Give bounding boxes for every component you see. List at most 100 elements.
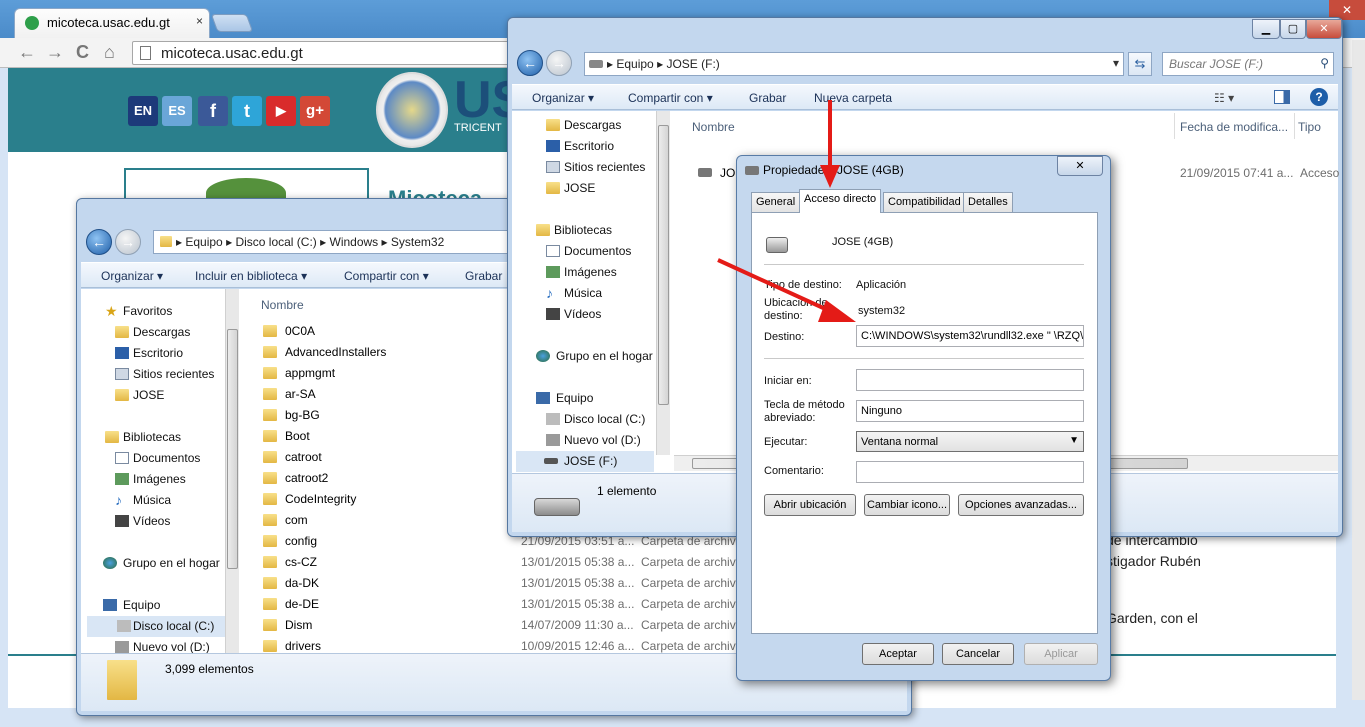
nav-desktop[interactable]: Escritorio bbox=[103, 343, 183, 364]
navigation-pane: ★ Favoritos Descargas Escritorio Sitios r… bbox=[81, 289, 239, 653]
shortcut-key-input[interactable]: Ninguno bbox=[856, 400, 1084, 422]
nav-downloads[interactable]: Descargas bbox=[534, 115, 621, 136]
nav-desktop[interactable]: Escritorio bbox=[534, 136, 614, 157]
column-header-type[interactable]: Tipo bbox=[1298, 115, 1321, 139]
tab-shortcut[interactable]: Acceso directo bbox=[799, 189, 882, 213]
nav-recent[interactable]: Sitios recientes bbox=[534, 157, 645, 178]
recent-places-icon bbox=[115, 368, 129, 380]
advanced-options-button[interactable]: Opciones avanzadas... bbox=[958, 494, 1084, 516]
share-menu[interactable]: Compartir con ▾ bbox=[344, 269, 429, 283]
reload-button[interactable]: C bbox=[76, 42, 89, 63]
lang-es-link[interactable]: ES bbox=[162, 96, 192, 126]
burn-button[interactable]: Grabar bbox=[465, 269, 502, 283]
nav-music[interactable]: ♪ Música bbox=[103, 490, 171, 511]
googleplus-icon[interactable]: g+ bbox=[300, 96, 330, 126]
home-button[interactable]: ⌂ bbox=[104, 42, 115, 63]
nav-scrollbar[interactable] bbox=[225, 289, 239, 653]
explorer-address-bar[interactable]: ▸ Equipo ▸ Disco local (C:) ▸ Windows ▸ … bbox=[153, 230, 513, 254]
nav-jose[interactable]: JOSE bbox=[534, 178, 595, 199]
start-in-input[interactable] bbox=[856, 369, 1084, 391]
page-scrollbar[interactable] bbox=[1352, 40, 1365, 700]
facebook-icon[interactable]: f bbox=[198, 96, 228, 126]
nav-recent[interactable]: Sitios recientes bbox=[103, 364, 214, 385]
nav-libraries[interactable]: Bibliotecas bbox=[512, 220, 612, 241]
scrollbar-thumb[interactable] bbox=[227, 329, 238, 569]
scrollbar-thumb[interactable] bbox=[658, 125, 669, 405]
forward-arrow-icon[interactable]: → bbox=[546, 50, 572, 76]
ok-button[interactable]: Aceptar bbox=[862, 643, 934, 665]
crumb-jose[interactable]: JOSE (F:) bbox=[666, 57, 719, 71]
nav-jose[interactable]: JOSE bbox=[103, 385, 164, 406]
crumb-equipo[interactable]: Equipo bbox=[616, 57, 653, 71]
back-button[interactable]: ← bbox=[18, 42, 36, 63]
organize-menu[interactable]: Organizar ▾ bbox=[101, 269, 163, 283]
nav-videos[interactable]: Vídeos bbox=[103, 511, 170, 532]
view-options-icon[interactable]: ☷ ▾ bbox=[1214, 91, 1234, 105]
search-input[interactable]: Buscar JOSE (F:) ⚲ bbox=[1162, 52, 1334, 76]
nav-documents[interactable]: Documentos bbox=[534, 241, 631, 262]
tab-general[interactable]: General bbox=[751, 192, 801, 212]
nav-drive-f[interactable]: JOSE (F:) bbox=[516, 451, 654, 472]
maximize-button[interactable]: ▢ bbox=[1280, 19, 1306, 39]
run-select[interactable]: Ventana normal ▼ bbox=[856, 431, 1084, 452]
nav-images[interactable]: Imágenes bbox=[103, 469, 186, 490]
apply-button[interactable]: Aplicar bbox=[1024, 643, 1098, 665]
nav-scrollbar[interactable] bbox=[656, 111, 670, 455]
tab-compatibility[interactable]: Compatibilidad bbox=[883, 192, 966, 212]
crumb-equipo[interactable]: Equipo bbox=[185, 235, 222, 249]
column-header-name[interactable]: Nombre bbox=[692, 115, 735, 139]
explorer-address-bar[interactable]: ▸ Equipo ▸ JOSE (F:) ▾ bbox=[584, 52, 1124, 76]
twitter-icon[interactable]: t bbox=[232, 96, 262, 126]
forward-arrow-icon[interactable]: → bbox=[115, 229, 141, 255]
preview-pane-icon[interactable] bbox=[1274, 90, 1290, 104]
nav-drive-c[interactable]: Disco local (C:) bbox=[534, 409, 645, 430]
column-header-name[interactable]: Nombre bbox=[261, 293, 304, 317]
crumb-windows[interactable]: Windows bbox=[330, 235, 379, 249]
share-menu[interactable]: Compartir con ▾ bbox=[628, 91, 713, 105]
nav-videos[interactable]: Vídeos bbox=[534, 304, 601, 325]
nav-computer[interactable]: Equipo bbox=[81, 595, 160, 616]
nav-homegroup[interactable]: Grupo en el hogar bbox=[512, 346, 653, 367]
back-arrow-icon[interactable]: ← bbox=[86, 229, 112, 255]
minimize-button[interactable]: ▁ bbox=[1252, 19, 1280, 39]
new-tab-button[interactable] bbox=[210, 14, 254, 32]
browser-tab[interactable]: micoteca.usac.edu.gt × bbox=[14, 8, 210, 38]
new-folder-button[interactable]: Nueva carpeta bbox=[814, 91, 892, 105]
change-icon-button[interactable]: Cambiar icono... bbox=[864, 494, 950, 516]
open-location-button[interactable]: Abrir ubicación bbox=[764, 494, 856, 516]
nav-music[interactable]: ♪ Música bbox=[534, 283, 602, 304]
forward-button[interactable]: → bbox=[46, 42, 64, 63]
nav-drive-c[interactable]: Disco local (C:) bbox=[87, 616, 227, 637]
nav-favorites[interactable]: ★ Favoritos bbox=[81, 301, 172, 322]
tab-close-icon[interactable]: × bbox=[196, 14, 203, 28]
burn-button[interactable]: Grabar bbox=[749, 91, 786, 105]
address-bar[interactable]: micoteca.usac.edu.gt bbox=[132, 41, 512, 65]
youtube-icon[interactable]: ▶ bbox=[266, 96, 296, 126]
nav-downloads[interactable]: Descargas bbox=[103, 322, 190, 343]
close-button[interactable]: ✕ bbox=[1306, 19, 1342, 39]
nav-homegroup[interactable]: Grupo en el hogar bbox=[81, 553, 220, 574]
help-icon[interactable]: ? bbox=[1310, 88, 1328, 106]
drive-icon bbox=[546, 434, 560, 446]
nav-documents[interactable]: Documentos bbox=[103, 448, 200, 469]
target-input[interactable]: C:\WINDOWS\system32\rundll32.exe " \RZQ\ bbox=[856, 325, 1084, 347]
nav-images[interactable]: Imágenes bbox=[534, 262, 617, 283]
organize-menu[interactable]: Organizar ▾ bbox=[532, 91, 594, 105]
back-arrow-icon[interactable]: ← bbox=[517, 50, 543, 76]
nav-drive-d[interactable]: Nuevo vol (D:) bbox=[534, 430, 641, 451]
dialog-close-button[interactable]: ✕ bbox=[1057, 156, 1103, 176]
nav-computer[interactable]: Equipo bbox=[512, 388, 593, 409]
tab-details[interactable]: Detalles bbox=[963, 192, 1013, 212]
chevron-down-icon[interactable]: ▾ bbox=[1113, 56, 1119, 70]
crumb-system32[interactable]: System32 bbox=[391, 235, 444, 249]
column-header-date[interactable]: Fecha de modifica... bbox=[1180, 115, 1288, 139]
lang-en-link[interactable]: EN bbox=[128, 96, 158, 126]
refresh-icon[interactable]: ⇆ bbox=[1128, 52, 1152, 76]
file-date: 21/09/2015 07:41 a... bbox=[1180, 166, 1294, 180]
nav-libraries[interactable]: Bibliotecas bbox=[81, 427, 181, 448]
crumb-c[interactable]: Disco local (C:) bbox=[235, 235, 316, 249]
comment-input[interactable] bbox=[856, 461, 1084, 483]
nav-drive-d[interactable]: Nuevo vol (D:) bbox=[103, 637, 210, 653]
cancel-button[interactable]: Cancelar bbox=[942, 643, 1014, 665]
include-library-menu[interactable]: Incluir en biblioteca ▾ bbox=[195, 269, 307, 283]
